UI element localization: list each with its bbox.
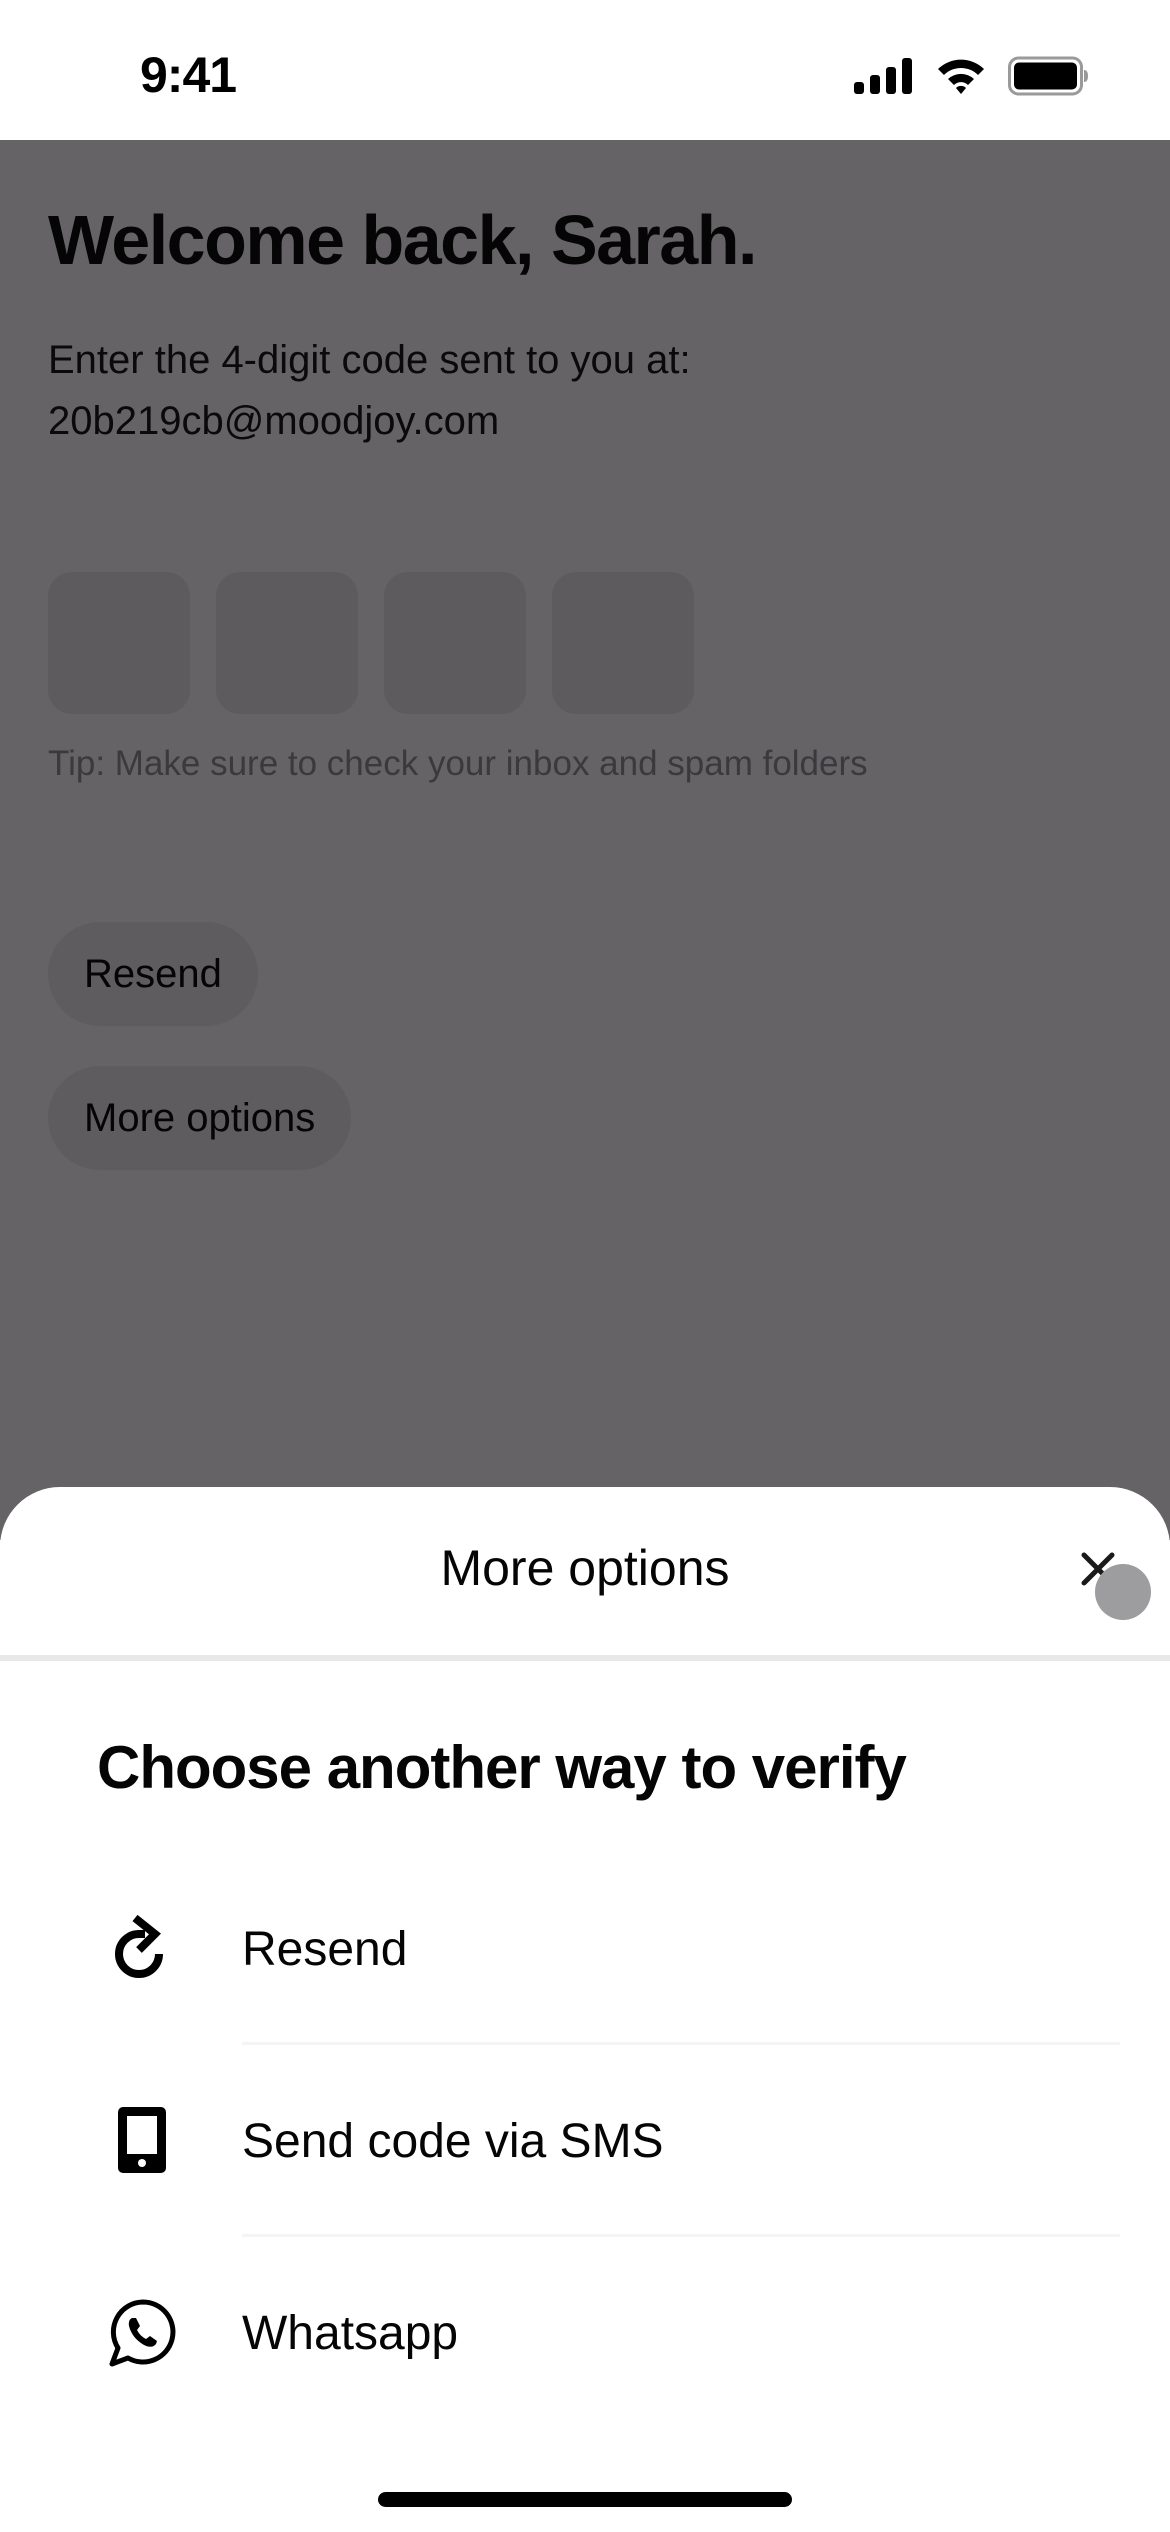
refresh-icon xyxy=(103,1909,183,1989)
instruction-text: Enter the 4-digit code sent to you at: xyxy=(48,338,691,382)
battery-icon xyxy=(1008,56,1088,96)
whatsapp-icon xyxy=(103,2293,183,2373)
resend-button[interactable]: Resend xyxy=(48,922,258,1026)
code-digit-4[interactable] xyxy=(552,572,694,714)
sheet-divider xyxy=(0,1655,1170,1661)
status-time: 9:41 xyxy=(140,47,237,103)
touch-indicator xyxy=(1095,1564,1151,1620)
sheet-header: More options xyxy=(0,1487,1170,1655)
option-resend[interactable]: Resend xyxy=(0,1853,1170,2045)
home-indicator[interactable] xyxy=(378,2492,792,2507)
more-options-sheet: More options Choose another way to verif… xyxy=(0,1487,1170,2532)
status-bar: 9:41 xyxy=(0,0,1170,140)
option-label: Send code via SMS xyxy=(242,2114,664,2168)
option-label: Resend xyxy=(242,1922,408,1976)
option-sms[interactable]: Send code via SMS xyxy=(0,2045,1170,2237)
tip-text: Tip: Make sure to check your inbox and s… xyxy=(48,744,868,783)
code-digit-1[interactable] xyxy=(48,572,190,714)
code-digit-2[interactable] xyxy=(216,572,358,714)
more-options-button[interactable]: More options xyxy=(48,1066,352,1170)
option-whatsapp[interactable]: Whatsapp xyxy=(0,2237,1170,2429)
option-label: Whatsapp xyxy=(242,2306,459,2360)
verify-options-list: Resend Send code via SMS Whatsapp xyxy=(0,1853,1170,2429)
sheet-title: More options xyxy=(440,1540,730,1596)
welcome-title: Welcome back, Sarah. xyxy=(48,201,757,279)
instructions: Enter the 4-digit code sent to you at: 2… xyxy=(48,330,691,452)
code-digit-3[interactable] xyxy=(384,572,526,714)
email-address: 20b219cb@moodjoy.com xyxy=(48,399,500,443)
smartphone-icon xyxy=(103,2101,183,2181)
status-icons xyxy=(854,56,1090,96)
verification-screen: Welcome back, Sarah. Enter the 4-digit c… xyxy=(0,140,1170,1540)
wifi-icon xyxy=(938,59,984,94)
cellular-signal-icon xyxy=(854,58,912,94)
code-input-group xyxy=(48,572,694,714)
sheet-heading: Choose another way to verify xyxy=(97,1734,907,1801)
